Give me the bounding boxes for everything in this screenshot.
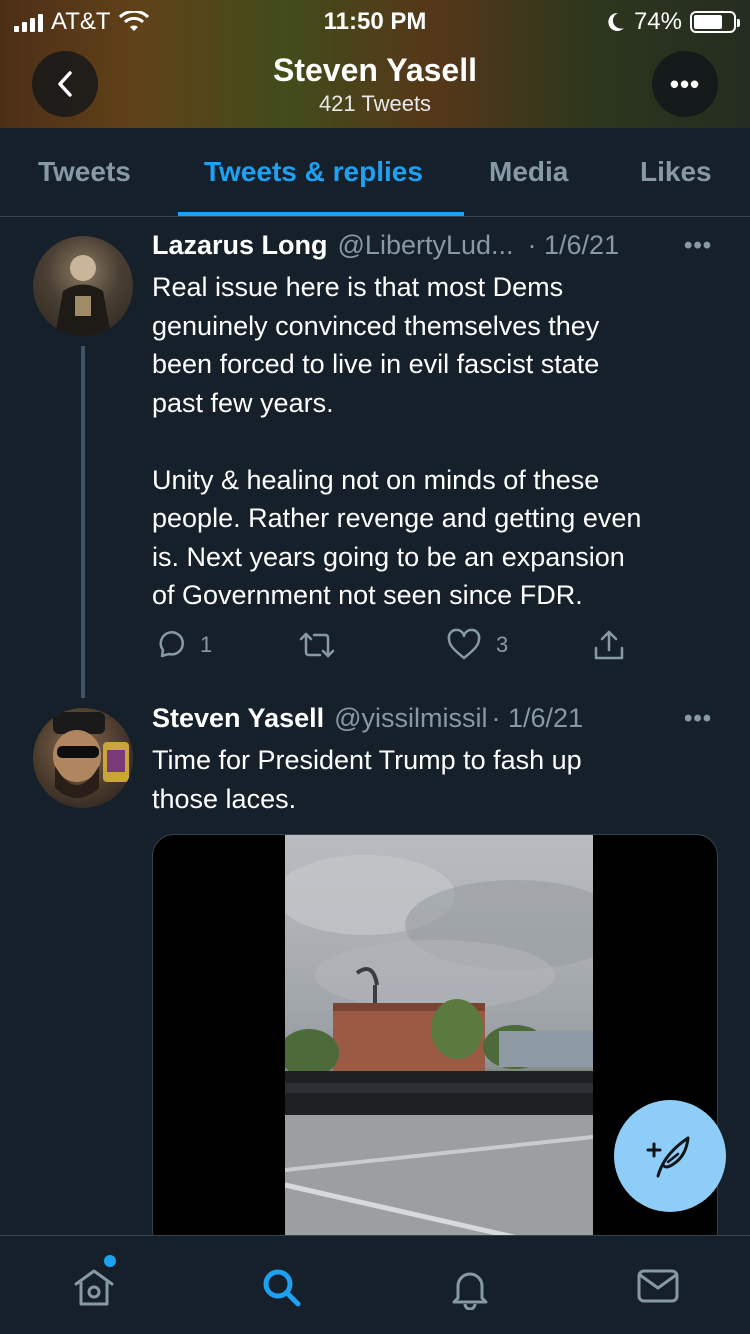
profile-tabs: Tweets Tweets & replies Media Likes [0,128,750,217]
nav-search[interactable] [260,1266,304,1315]
nav-notifications[interactable] [448,1266,492,1315]
share-icon [594,630,624,660]
profile-name: Steven Yasell [273,52,477,88]
share-button[interactable] [592,628,626,662]
compose-tweet-button[interactable] [614,1100,726,1212]
avatar-image [55,255,111,336]
heart-icon [447,628,481,660]
nav-messages[interactable] [636,1266,680,1311]
reply-icon [159,631,184,658]
home-icon [74,1269,114,1306]
tweet-actions: 1 3 [152,628,712,668]
avatar-image [53,712,129,798]
avatar[interactable] [33,236,133,336]
search-icon [263,1269,301,1307]
bell-icon [452,1272,488,1311]
tweet-header: Steven Yasell @yissilmissil · 1/6/21 [152,703,583,734]
tweet-author-handle: @LibertyLud... [337,230,514,260]
tweet-text: Real issue here is that most Dems genuin… [152,272,642,610]
avatar[interactable] [33,708,133,808]
compose-tweet-icon [646,1136,690,1178]
mail-icon [637,1269,679,1303]
home-notification-dot [104,1255,116,1267]
tweet-header: Lazarus Long @LibertyLud... · 1/6/21 [152,230,619,261]
tab-media[interactable]: Media [489,156,568,188]
tweet-author-name[interactable]: Steven Yasell [152,703,324,734]
active-tab-indicator [178,212,464,216]
bottom-tab-bar [0,1235,750,1334]
tab-likes[interactable]: Likes [640,156,712,188]
tweet-author-handle: @yissilmissil [334,703,488,733]
more-horizontal-icon: ••• [684,232,713,259]
tweet-more-button[interactable]: ••• [684,232,712,260]
video-frame [285,835,593,1253]
status-bar: AT&T 11:50 PM 74% [0,0,750,40]
tweet-date: · 1/6/21 [527,230,620,260]
thread-line [81,346,85,698]
tweet-author-name[interactable]: Lazarus Long [152,230,328,261]
tweet-more-button[interactable]: ••• [684,705,712,733]
tweet-date: · 1/6/21 [491,703,584,733]
moon-icon [608,12,624,31]
more-horizontal-icon: ••• [669,68,701,99]
tweet-text: Time for President Trump to fash up thos… [152,745,582,814]
like-button[interactable]: 3 [446,628,508,662]
battery-icon [690,11,740,33]
profile-more-button[interactable]: ••• [652,51,718,117]
like-count: 3 [496,632,509,657]
profile-header-banner: AT&T 11:50 PM 74% Steven Yasell 421 Twee… [0,0,750,128]
nav-home[interactable] [72,1266,116,1313]
reply-button[interactable]: 1 [152,628,212,662]
retweet-icon [299,632,335,658]
tab-tweets[interactable]: Tweets [38,156,131,188]
video-thumbnail [285,855,593,1253]
battery-percent: 74% [633,8,682,35]
reply-count: 1 [200,632,213,657]
tab-tweets-replies[interactable]: Tweets & replies [204,156,423,188]
more-horizontal-icon: ••• [684,705,713,732]
tweet-count: 421 Tweets [318,91,432,116]
retweet-button[interactable] [298,628,350,662]
